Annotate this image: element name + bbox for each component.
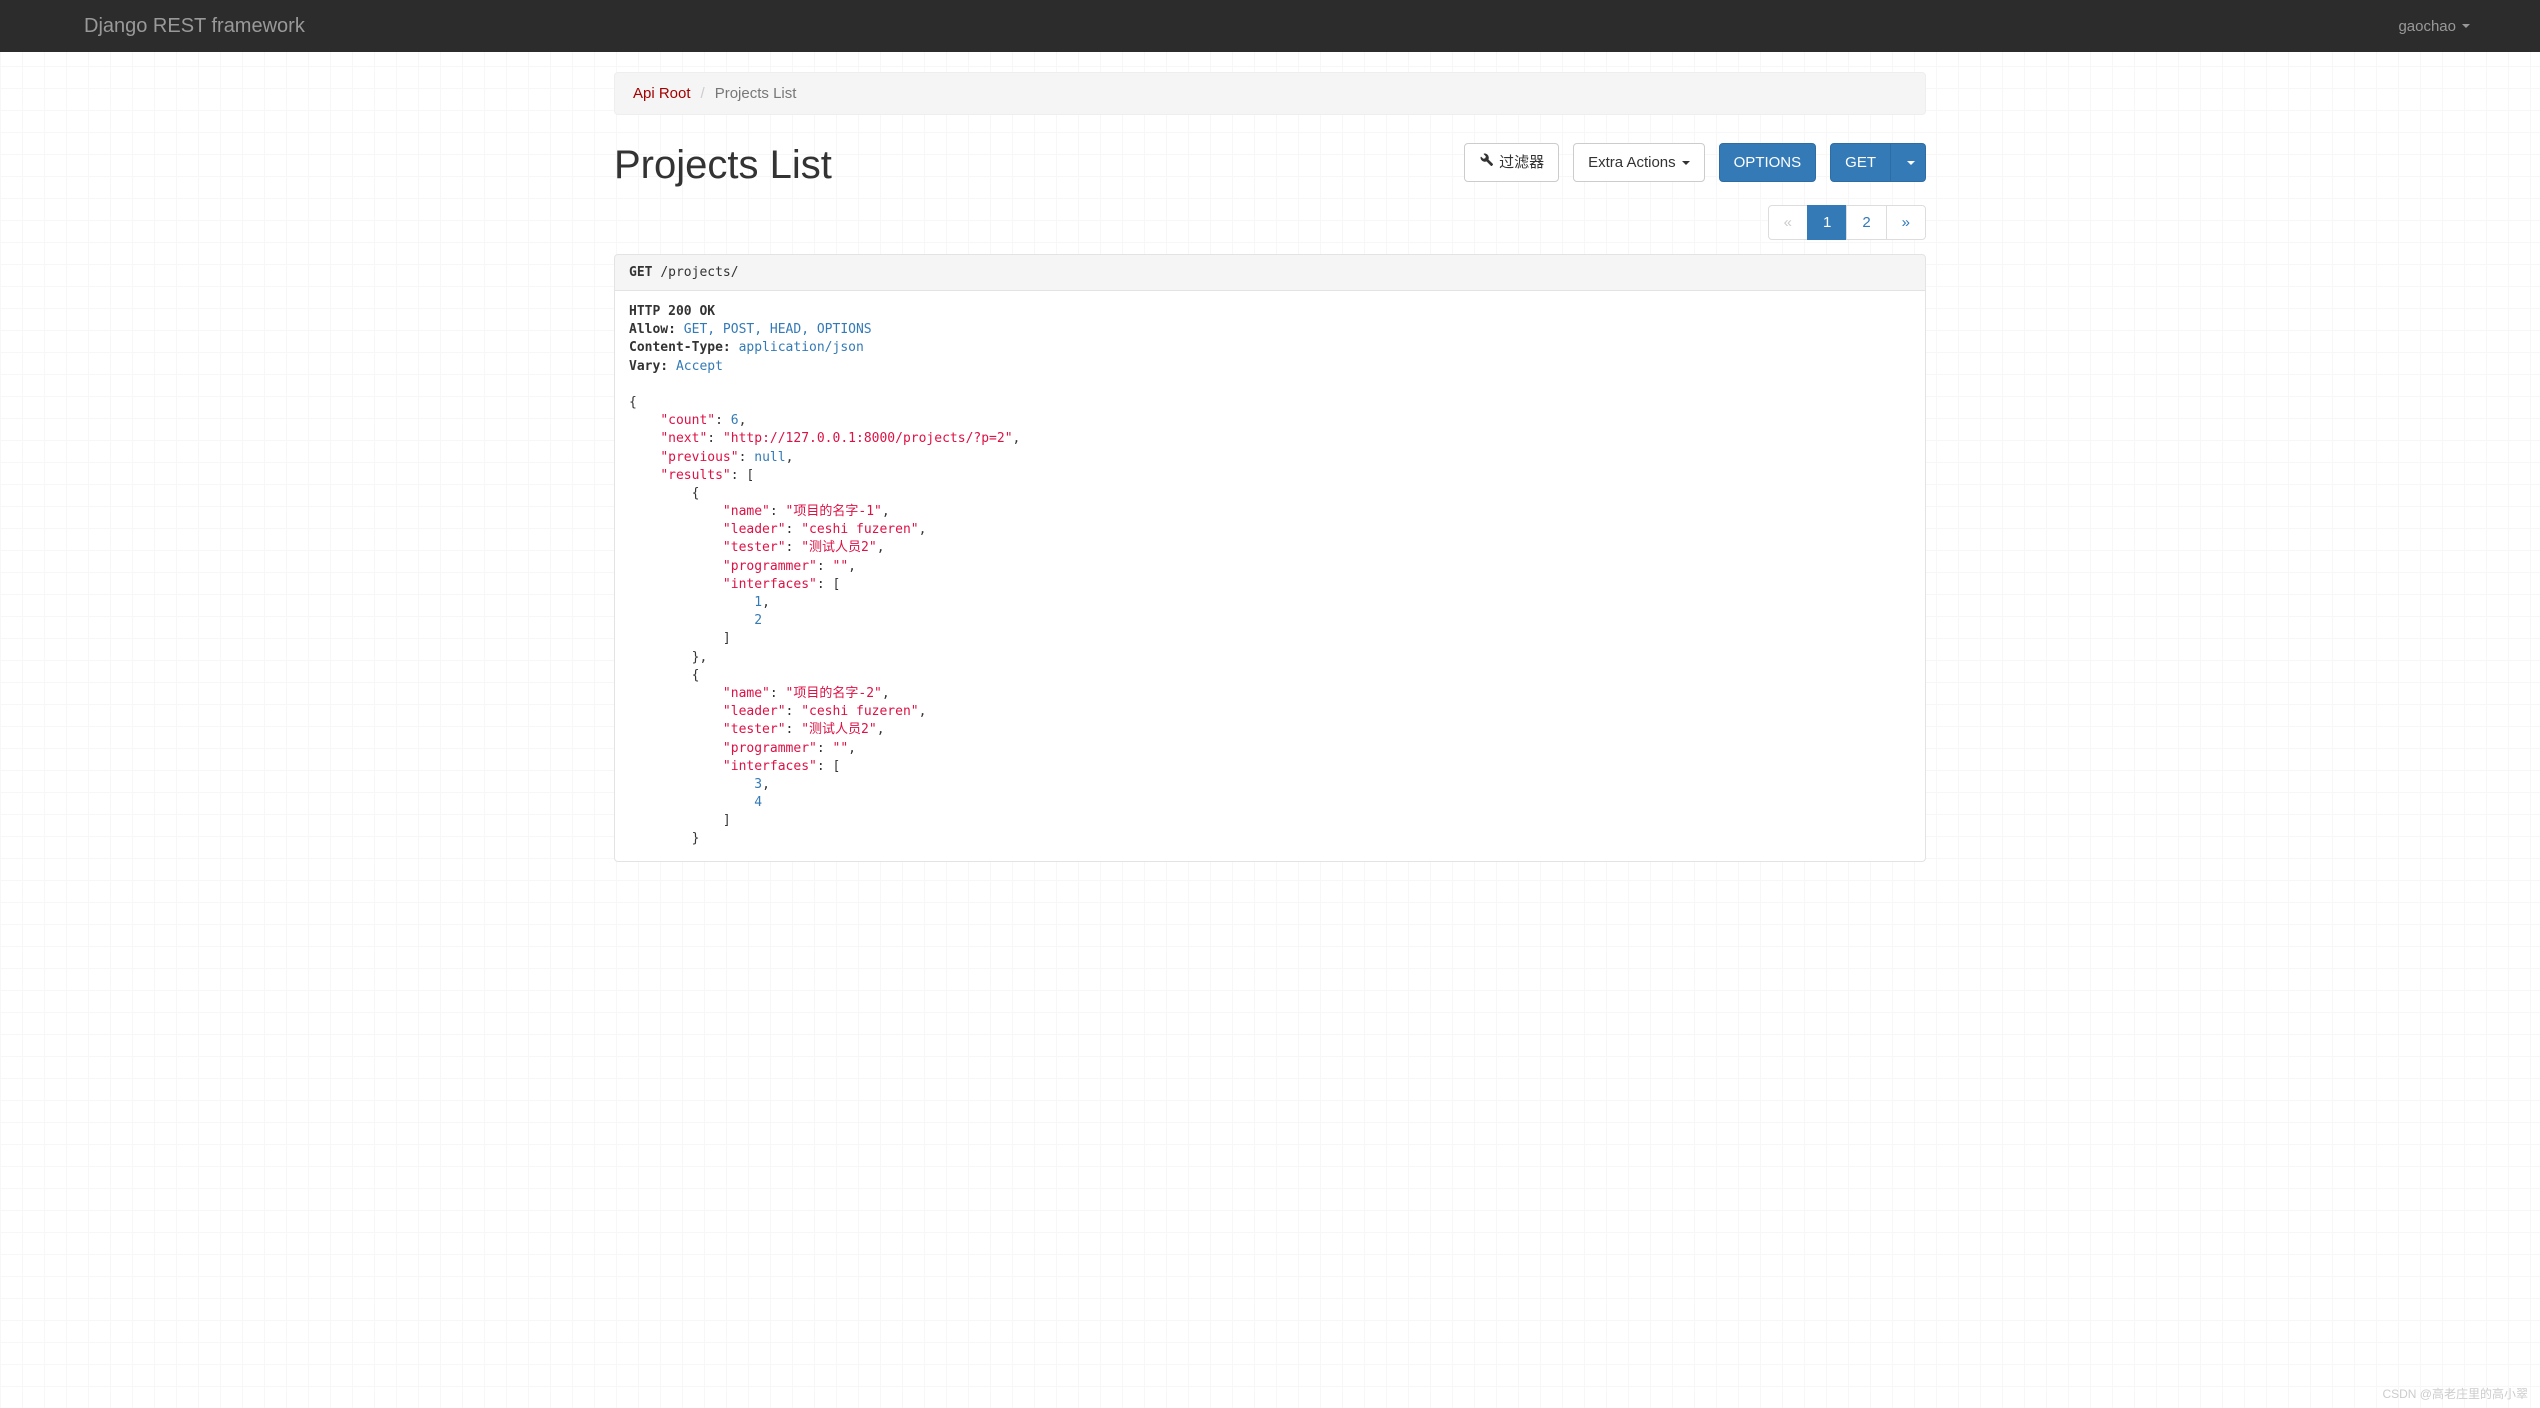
username-label: gaochao [2398, 18, 2456, 35]
user-dropdown[interactable]: gaochao [2398, 18, 2530, 35]
breadcrumb-projects-list: Projects List [691, 85, 797, 102]
request-method: GET [629, 265, 652, 280]
breadcrumb: Api Root Projects List [614, 72, 1926, 115]
response-block: HTTP 200 OK Allow: GET, POST, HEAD, OPTI… [614, 291, 1926, 862]
extra-actions-button[interactable]: Extra Actions [1573, 143, 1705, 182]
page-header: Projects List 过滤器 Extra Actions OPTIONS … [614, 143, 1926, 187]
toolbar: 过滤器 Extra Actions OPTIONS GET [1464, 143, 1926, 182]
filter-button[interactable]: 过滤器 [1464, 143, 1559, 182]
response-body: HTTP 200 OK Allow: GET, POST, HEAD, OPTI… [629, 303, 1911, 849]
wrench-icon [1479, 152, 1493, 173]
get-button[interactable]: GET [1830, 143, 1891, 182]
brand-link[interactable]: Django REST framework [84, 15, 305, 38]
filter-label: 过滤器 [1499, 152, 1544, 173]
page-1[interactable]: 1 [1807, 205, 1847, 240]
caret-down-icon [1907, 161, 1915, 165]
page-prev[interactable]: « [1768, 205, 1808, 240]
get-button-group: GET [1830, 143, 1926, 182]
page-title: Projects List [614, 143, 832, 187]
breadcrumb-api-root[interactable]: Api Root [633, 85, 691, 102]
pagination: « 1 2 » [614, 205, 1926, 240]
request-line: GET /projects/ [614, 254, 1926, 291]
options-button[interactable]: OPTIONS [1719, 143, 1817, 182]
caret-down-icon [2462, 24, 2470, 28]
request-path: /projects/ [660, 265, 738, 280]
caret-down-icon [1682, 161, 1690, 165]
navbar: Django REST framework gaochao [0, 0, 2540, 52]
watermark: CSDN @高老庄里的高小翠 [2382, 1385, 2528, 1402]
extra-actions-label: Extra Actions [1588, 152, 1676, 173]
get-dropdown-button[interactable] [1891, 143, 1926, 182]
page-2[interactable]: 2 [1846, 205, 1886, 240]
page-next[interactable]: » [1886, 205, 1926, 240]
